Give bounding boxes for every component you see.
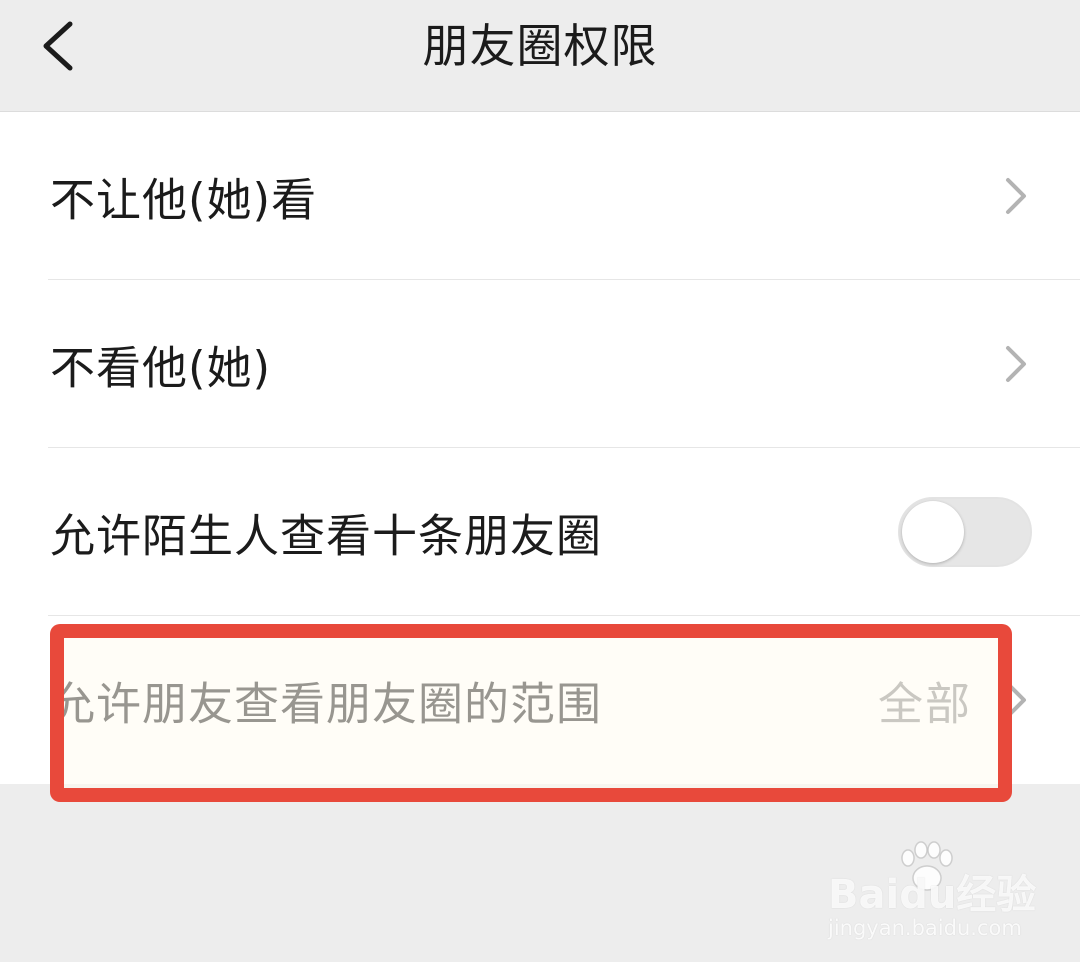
setting-row-visible-range[interactable]: 允许朋友查看朋友圈的范围 全部	[0, 616, 1080, 784]
setting-label: 允许朋友查看朋友圈的范围	[50, 677, 603, 731]
chevron-right-icon	[1006, 682, 1026, 718]
setting-label: 不让他(她)看	[50, 173, 318, 227]
setting-row-strangers-view: 允许陌生人查看十条朋友圈	[0, 448, 1080, 616]
setting-label: 允许陌生人查看十条朋友圈	[50, 509, 603, 563]
watermark-url: jingyan.baidu.com	[828, 916, 1022, 940]
nav-bar: 朋友圈权限	[0, 0, 1080, 112]
setting-value: 全部	[877, 677, 972, 731]
baidu-jingyan-watermark: Baidu经验 jingyan.baidu.com	[828, 840, 1038, 950]
strangers-view-toggle[interactable]	[898, 497, 1032, 567]
page-title: 朋友圈权限	[422, 19, 658, 73]
setting-label: 不看他(她)	[50, 341, 272, 395]
chevron-right-icon	[1006, 346, 1026, 382]
settings-list: 不让他(她)看 不看他(她) 允许陌生人查看十条朋友圈 允许朋友查看朋友圈的范围…	[0, 112, 1080, 784]
chevron-right-icon	[1006, 178, 1026, 214]
paw-logo-icon	[901, 841, 953, 891]
setting-row-hide-from[interactable]: 不让他(她)看	[0, 112, 1080, 280]
toggle-knob	[902, 501, 964, 563]
watermark-brand: Baidu经验	[828, 872, 1037, 918]
setting-row-hide-their-moments[interactable]: 不看他(她)	[0, 280, 1080, 448]
